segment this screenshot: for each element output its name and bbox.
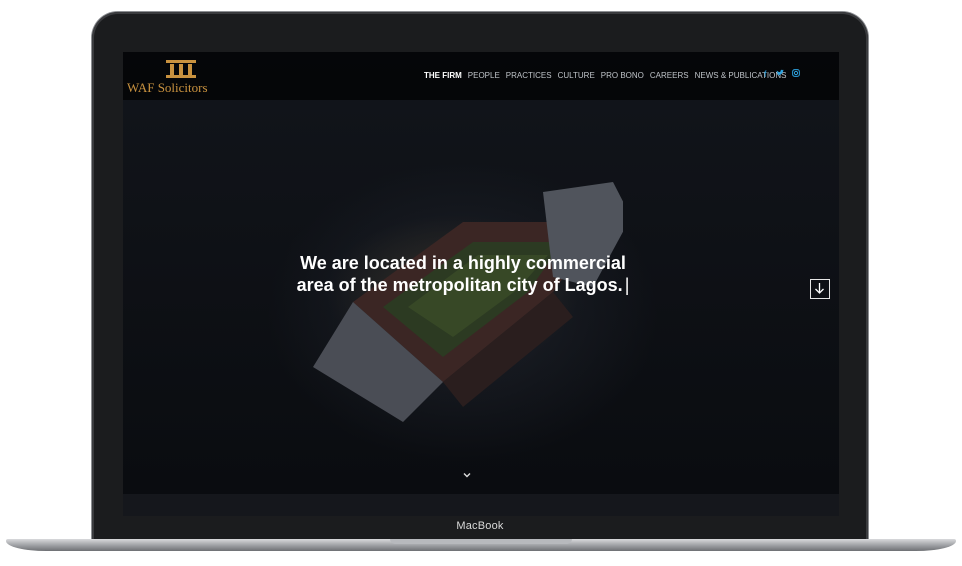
device-label: MacBook (456, 520, 504, 532)
stadium-aerial-image (313, 182, 623, 422)
main-nav: THE FIRM PEOPLE PRACTICES CULTURE PRO BO… (424, 71, 786, 80)
nav-item-careers[interactable]: CAREERS (650, 71, 689, 80)
site-logo[interactable]: WAF Solicitors (127, 58, 237, 96)
scroll-down-button[interactable] (810, 279, 830, 299)
facebook-icon[interactable]: f (764, 69, 767, 79)
laptop-notch (390, 539, 572, 544)
hero-headline-line-2: area of the metropolitan city of Lagos. | (253, 274, 673, 296)
twitter-icon[interactable] (776, 69, 784, 79)
typing-cursor: | (624, 275, 630, 295)
nav-item-practices[interactable]: PRACTICES (506, 71, 552, 80)
browser-screen: WAF Solicitors THE FIRM PEOPLE PRACTICES… (123, 52, 839, 494)
nav-item-pro-bono[interactable]: PRO BONO (601, 71, 644, 80)
nav-item-people[interactable]: PEOPLE (468, 71, 500, 80)
site-header: WAF Solicitors THE FIRM PEOPLE PRACTICES… (123, 52, 839, 100)
nav-item-news-publications[interactable]: NEWS & PUBLICATIONS (695, 71, 787, 80)
nav-item-culture[interactable]: CULTURE (558, 71, 595, 80)
hero-headline: We are located in a highly commercial ar… (253, 252, 673, 296)
logo-text: WAF Solicitors (127, 80, 208, 95)
nav-item-the-firm[interactable]: THE FIRM (424, 71, 462, 80)
instagram-icon[interactable] (792, 69, 800, 79)
hero-headline-line-1: We are located in a highly commercial (300, 253, 626, 273)
arrow-down-icon (815, 283, 824, 294)
hero-headline-line-2-text: area of the metropolitan city of Lagos. (296, 275, 623, 295)
screen-bottom-bezel (123, 494, 839, 516)
pillars-logo-icon (166, 60, 196, 78)
chevron-down-icon[interactable] (462, 470, 472, 480)
